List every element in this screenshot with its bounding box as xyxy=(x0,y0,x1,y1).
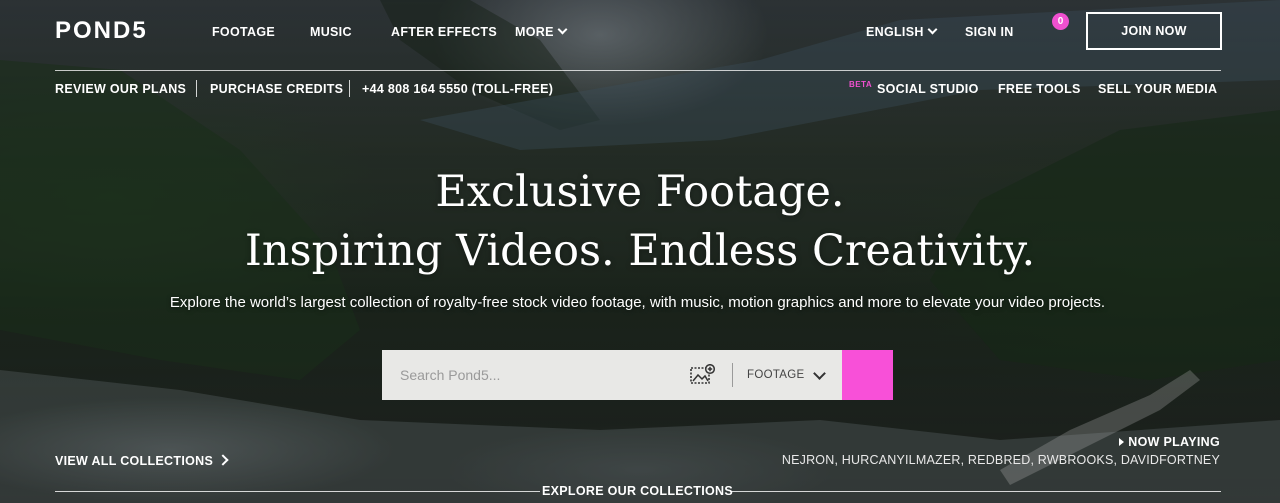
chevron-down-icon xyxy=(557,24,568,35)
search-bar: FOOTAGE xyxy=(382,350,842,400)
separator xyxy=(196,80,197,97)
hero-headline: Exclusive Footage. Inspiring Videos. End… xyxy=(0,163,1280,281)
language-label: ENGLISH xyxy=(866,25,924,39)
nav-divider xyxy=(55,70,1221,71)
hero-subtitle: Explore the world’s largest collection o… xyxy=(169,294,1106,311)
play-icon xyxy=(1119,438,1125,446)
headline-line-1: Exclusive Footage. xyxy=(435,167,845,217)
beta-badge: BETA xyxy=(849,80,873,89)
language-selector[interactable]: ENGLISH xyxy=(866,24,938,39)
nav-more-label: MORE xyxy=(515,25,554,39)
view-all-collections-link[interactable]: VIEW ALL COLLECTIONS xyxy=(55,454,229,468)
search-input[interactable] xyxy=(382,350,690,400)
review-plans-link[interactable]: REVIEW OUR PLANS xyxy=(55,82,186,96)
chevron-right-icon xyxy=(217,454,229,466)
now-playing-artists[interactable]: NEJRON, HURCANYILMAZER, REDBRED, RWBROOK… xyxy=(782,453,1220,467)
now-playing-text: NOW PLAYING xyxy=(1128,435,1220,449)
chevron-down-icon[interactable] xyxy=(813,367,826,380)
join-now-button[interactable]: JOIN NOW xyxy=(1086,12,1222,50)
now-playing-label: NOW PLAYING xyxy=(1119,435,1220,449)
social-studio-link[interactable]: SOCIAL STUDIO xyxy=(877,82,979,96)
cart-count-badge[interactable]: 0 xyxy=(1052,13,1069,30)
search-button[interactable] xyxy=(842,350,893,400)
sign-in-link[interactable]: SIGN IN xyxy=(965,25,1014,39)
sell-your-media-link[interactable]: SELL YOUR MEDIA xyxy=(1098,82,1217,96)
image-search-icon[interactable] xyxy=(690,364,716,386)
divider-line xyxy=(730,491,1221,492)
pond5-logo[interactable]: POND5 xyxy=(55,17,148,45)
nav-music[interactable]: MUSIC xyxy=(310,25,352,39)
separator xyxy=(349,80,350,97)
nav-after-effects[interactable]: AFTER EFFECTS xyxy=(391,25,497,39)
purchase-credits-link[interactable]: PURCHASE CREDITS xyxy=(210,82,343,96)
nav-footage[interactable]: FOOTAGE xyxy=(212,25,275,39)
chevron-down-icon xyxy=(927,24,938,35)
search-divider xyxy=(732,363,733,387)
media-type-select[interactable]: FOOTAGE xyxy=(747,350,804,400)
view-all-label: VIEW ALL COLLECTIONS xyxy=(55,454,214,468)
nav-more[interactable]: MORE xyxy=(515,24,568,39)
headline-line-2: Inspiring Videos. Endless Creativity. xyxy=(244,226,1036,276)
free-tools-link[interactable]: FREE TOOLS xyxy=(998,82,1081,96)
phone-number[interactable]: +44 808 164 5550 (TOLL-FREE) xyxy=(362,82,553,96)
